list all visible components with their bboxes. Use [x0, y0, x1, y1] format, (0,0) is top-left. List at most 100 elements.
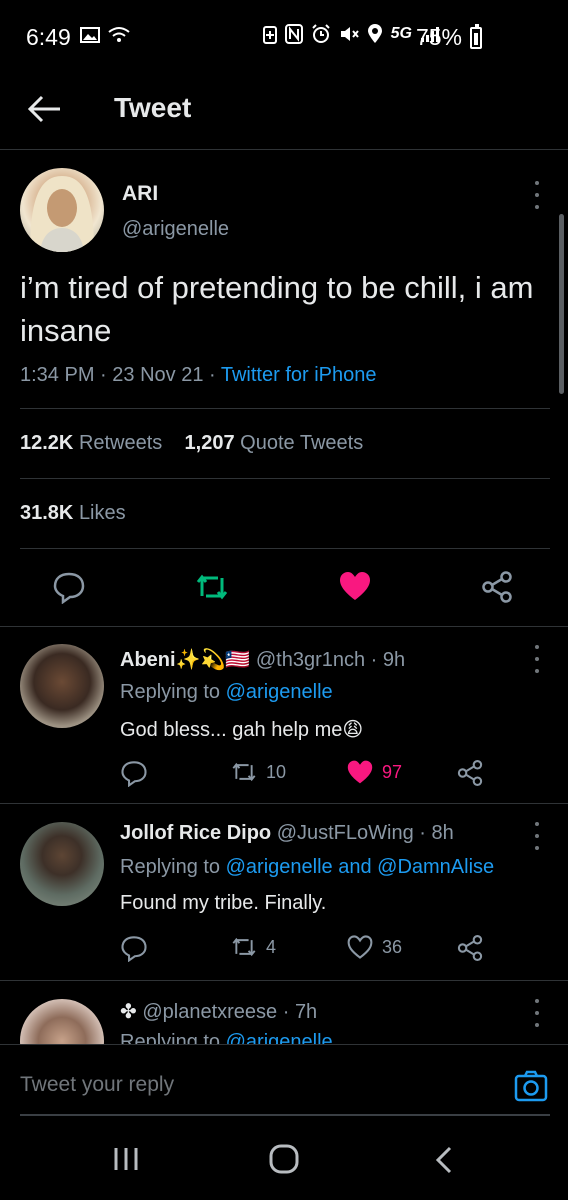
- divider: [20, 408, 550, 409]
- retweet-stats: 12.2K Retweets 1,207 Quote Tweets: [20, 432, 363, 455]
- retweet-icon: [232, 762, 256, 782]
- reply-avatar[interactable]: [20, 644, 104, 728]
- tweet-text: i’m tired of pretending to be chill, i a…: [20, 270, 534, 348]
- page-title: Tweet: [114, 92, 192, 123]
- home-icon[interactable]: [268, 1144, 300, 1174]
- tweet-date: 23 Nov 21: [112, 364, 204, 386]
- location-icon: [367, 24, 382, 43]
- reply-more-icon[interactable]: [534, 645, 540, 673]
- reply-author-emoji: ✨💫🇱🇷: [175, 649, 251, 671]
- reply-text: God bless... gah help me😩: [120, 719, 364, 741]
- tweet-action-bar: [0, 566, 568, 606]
- like-count: 36: [382, 936, 403, 957]
- tweet-more-icon[interactable]: [534, 181, 540, 209]
- reply-item[interactable]: ✤ @planetxreese · 7h Replying to @arigen…: [0, 981, 568, 1044]
- likes-stat[interactable]: 31.8K Likes: [20, 502, 126, 525]
- reply-icon: [121, 761, 147, 787]
- reply-composer[interactable]: Tweet your reply: [0, 1044, 568, 1116]
- reply-input-placeholder[interactable]: Tweet your reply: [20, 1073, 174, 1097]
- retweets-stat[interactable]: 12.2K Retweets: [20, 432, 162, 454]
- reply-age: 9h: [382, 649, 406, 671]
- reply-icon[interactable]: [52, 570, 86, 604]
- notification-icons: [80, 26, 130, 44]
- retweets-count: 12.2K: [20, 432, 74, 454]
- reply-author-name[interactable]: Abeni: [120, 649, 176, 671]
- tweet-meta: 1:34 PM · 23 Nov 21 · Twitter for iPhone: [20, 364, 376, 387]
- retweet-button[interactable]: 10: [230, 759, 286, 785]
- network-type: 5G: [390, 25, 412, 42]
- reply-author-name[interactable]: Jollof Rice Dipo: [120, 822, 271, 844]
- replying-prefix: Replying to: [120, 681, 221, 703]
- reply-author-handle[interactable]: @th3gr1nch: [256, 649, 365, 671]
- reply-button[interactable]: [120, 934, 148, 962]
- gallery-icon: [80, 27, 100, 43]
- reply-author-handle[interactable]: @planetxreese: [142, 1001, 277, 1023]
- reply-age: 7h: [294, 1001, 318, 1023]
- likes-label: Likes: [78, 502, 126, 524]
- retweet-button[interactable]: 4: [230, 934, 276, 960]
- retweet-icon: [232, 937, 256, 957]
- tweet-time: 1:34 PM: [20, 364, 95, 386]
- status-bar: 6:49 5G 75%: [0, 0, 568, 76]
- nfc-icon: [284, 24, 303, 44]
- reply-button[interactable]: [120, 759, 148, 787]
- reply-age: 8h: [431, 822, 454, 844]
- reply-avatar[interactable]: [20, 999, 104, 1044]
- reply-header: Abeni✨💫🇱🇷 @th3gr1nch · 9h: [120, 649, 406, 671]
- reply-author-handle[interactable]: @JustFLoWing: [277, 822, 414, 844]
- replying-to: Replying to @arigenelle: [120, 1031, 333, 1044]
- reply-avatar[interactable]: [20, 822, 104, 906]
- author-handle[interactable]: @arigenelle: [122, 218, 229, 241]
- reply-actions: 4 36: [120, 934, 520, 964]
- reply-author-name[interactable]: ✤: [120, 1001, 137, 1023]
- replying-to-link[interactable]: @arigenelle: [226, 1031, 333, 1044]
- quotes-stat[interactable]: 1,207 Quote Tweets: [185, 432, 364, 454]
- back-nav-icon[interactable]: [434, 1146, 456, 1174]
- battery-percent: 75%: [415, 24, 462, 50]
- like-outline-icon: [347, 935, 373, 959]
- reply-more-icon[interactable]: [534, 822, 540, 850]
- tweet-source-link[interactable]: Twitter for iPhone: [221, 364, 377, 386]
- author-avatar[interactable]: [20, 168, 104, 252]
- meta-separator: ·: [100, 364, 113, 386]
- share-button[interactable]: [456, 934, 484, 962]
- share-icon[interactable]: [480, 570, 514, 604]
- reply-actions: 10 97: [120, 759, 520, 789]
- status-time: 6:49: [26, 24, 71, 50]
- retweet-count: 10: [266, 761, 287, 782]
- quotes-count: 1,207: [184, 432, 235, 454]
- author-name[interactable]: ARI: [122, 182, 158, 206]
- quotes-label: Quote Tweets: [240, 432, 364, 454]
- mute-icon: [340, 27, 359, 41]
- camera-icon[interactable]: [514, 1069, 548, 1103]
- reply-header: Jollof Rice Dipo @JustFLoWing · 8h: [120, 822, 454, 844]
- top-app-bar: Tweet: [0, 76, 568, 150]
- recent-apps-icon[interactable]: [112, 1146, 140, 1172]
- replying-to-link[interactable]: @arigenelle and @DamnAlise: [226, 856, 495, 878]
- retweet-count: 4: [266, 936, 277, 957]
- retweet-icon[interactable]: [194, 570, 230, 604]
- replying-prefix: Replying to: [120, 856, 221, 878]
- like-button[interactable]: 97: [346, 759, 402, 785]
- reply-item[interactable]: Jollof Rice Dipo @JustFLoWing · 8h Reply…: [0, 804, 568, 980]
- reply-item[interactable]: Abeni✨💫🇱🇷 @th3gr1nch · 9h Replying to @a…: [0, 627, 568, 803]
- share-icon: [457, 760, 483, 786]
- like-filled-icon: [347, 760, 373, 784]
- reply-text: Found my tribe. Finally.: [120, 892, 327, 914]
- retweets-label: Retweets: [78, 432, 163, 454]
- like-button[interactable]: 36: [346, 934, 402, 960]
- reply-more-icon[interactable]: [534, 999, 540, 1027]
- scrollbar[interactable]: [559, 214, 564, 394]
- share-button[interactable]: [456, 759, 484, 787]
- back-arrow-icon[interactable]: [28, 94, 62, 124]
- reply-icon: [121, 936, 147, 962]
- status-right-icons: 5G: [262, 24, 440, 44]
- battery-icon: [470, 24, 482, 49]
- system-nav-bar: [0, 1116, 568, 1200]
- like-icon[interactable]: [338, 570, 372, 602]
- reply-header: ✤ @planetxreese · 7h: [120, 1001, 318, 1023]
- replying-to-link[interactable]: @arigenelle: [226, 681, 333, 703]
- replying-to: Replying to @arigenelle: [120, 681, 333, 704]
- alarm-icon: [311, 24, 330, 43]
- avatar-image: [30, 176, 94, 252]
